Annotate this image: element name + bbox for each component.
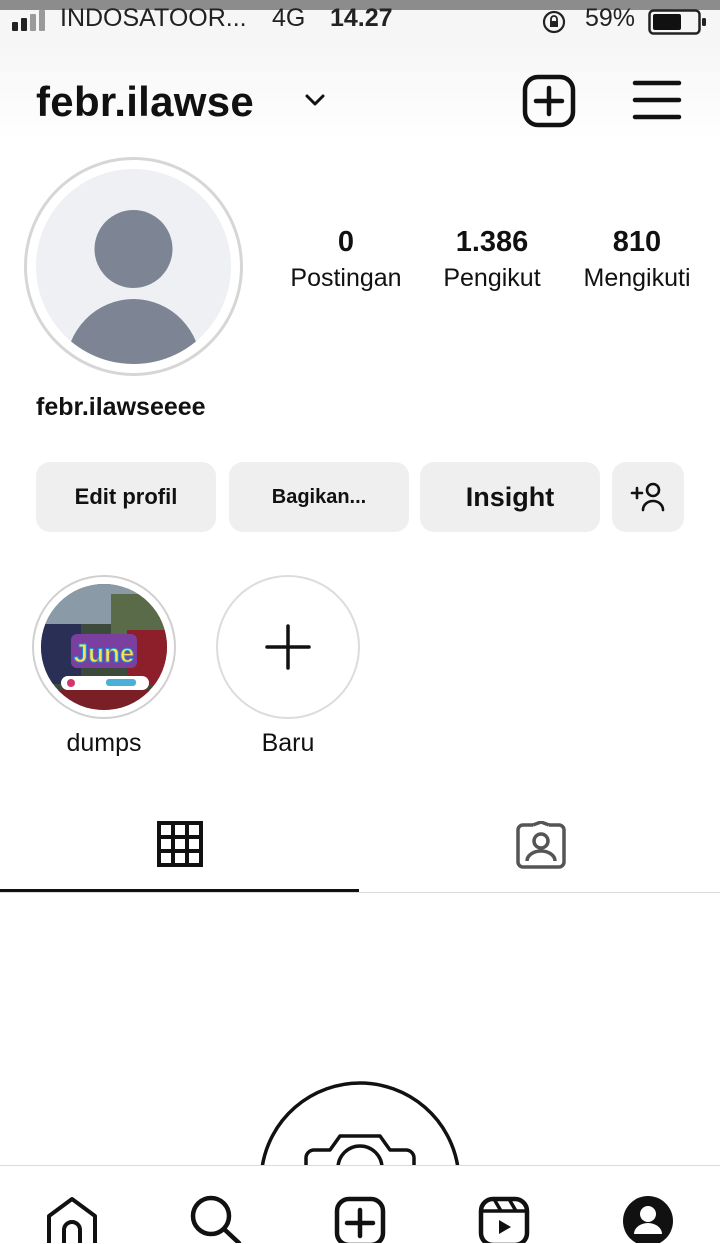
highlight-label[interactable]: dumps [24,729,184,758]
camera-icon [260,1081,460,1169]
new-highlight-button[interactable] [216,575,360,719]
new-highlight-label[interactable]: Baru [208,729,368,758]
new-post-icon[interactable] [522,74,576,128]
followers-count[interactable]: 1.386 [417,226,567,259]
posts-label[interactable]: Postingan [266,264,426,293]
share-profile-button[interactable]: Bagikan... [229,462,409,532]
tab-divider [0,892,720,893]
battery-icon [648,9,706,35]
tagged-icon[interactable] [515,821,567,869]
followers-label[interactable]: Pengikut [412,264,572,293]
posts-count[interactable]: 0 [271,226,421,259]
default-avatar-icon [36,169,231,364]
highlight-cover-image: June [41,584,167,710]
search-icon[interactable] [189,1194,243,1243]
home-icon[interactable] [45,1196,99,1243]
edit-profile-button[interactable]: Edit profil [36,462,216,532]
avatar[interactable] [24,157,243,376]
reels-icon[interactable] [478,1196,530,1243]
following-count[interactable]: 810 [562,226,712,259]
grid-icon[interactable] [157,821,203,867]
insight-button[interactable]: Insight [420,462,600,532]
signal-icon [12,10,45,31]
battery-percent: 59% [585,4,636,32]
profile-icon[interactable] [621,1194,675,1243]
display-name: febr.ilawseeee [36,393,206,421]
discover-people-button[interactable] [612,462,684,532]
create-icon[interactable] [334,1196,386,1243]
account-switcher-username[interactable]: febr.ilawse [36,78,254,126]
network-label: 4G [272,4,306,32]
following-label[interactable]: Mengikuti [557,264,717,293]
plus-icon [265,624,311,670]
rotation-lock-icon [542,10,566,34]
clock: 14.27 [330,4,393,32]
add-person-icon [630,482,665,512]
carrier-label: INDOSATOOR... [60,4,247,32]
menu-icon[interactable] [632,78,682,122]
highlight-cover-text: June [74,638,135,668]
chevron-down-icon[interactable] [304,92,326,108]
highlight-dumps[interactable]: June [32,575,176,719]
